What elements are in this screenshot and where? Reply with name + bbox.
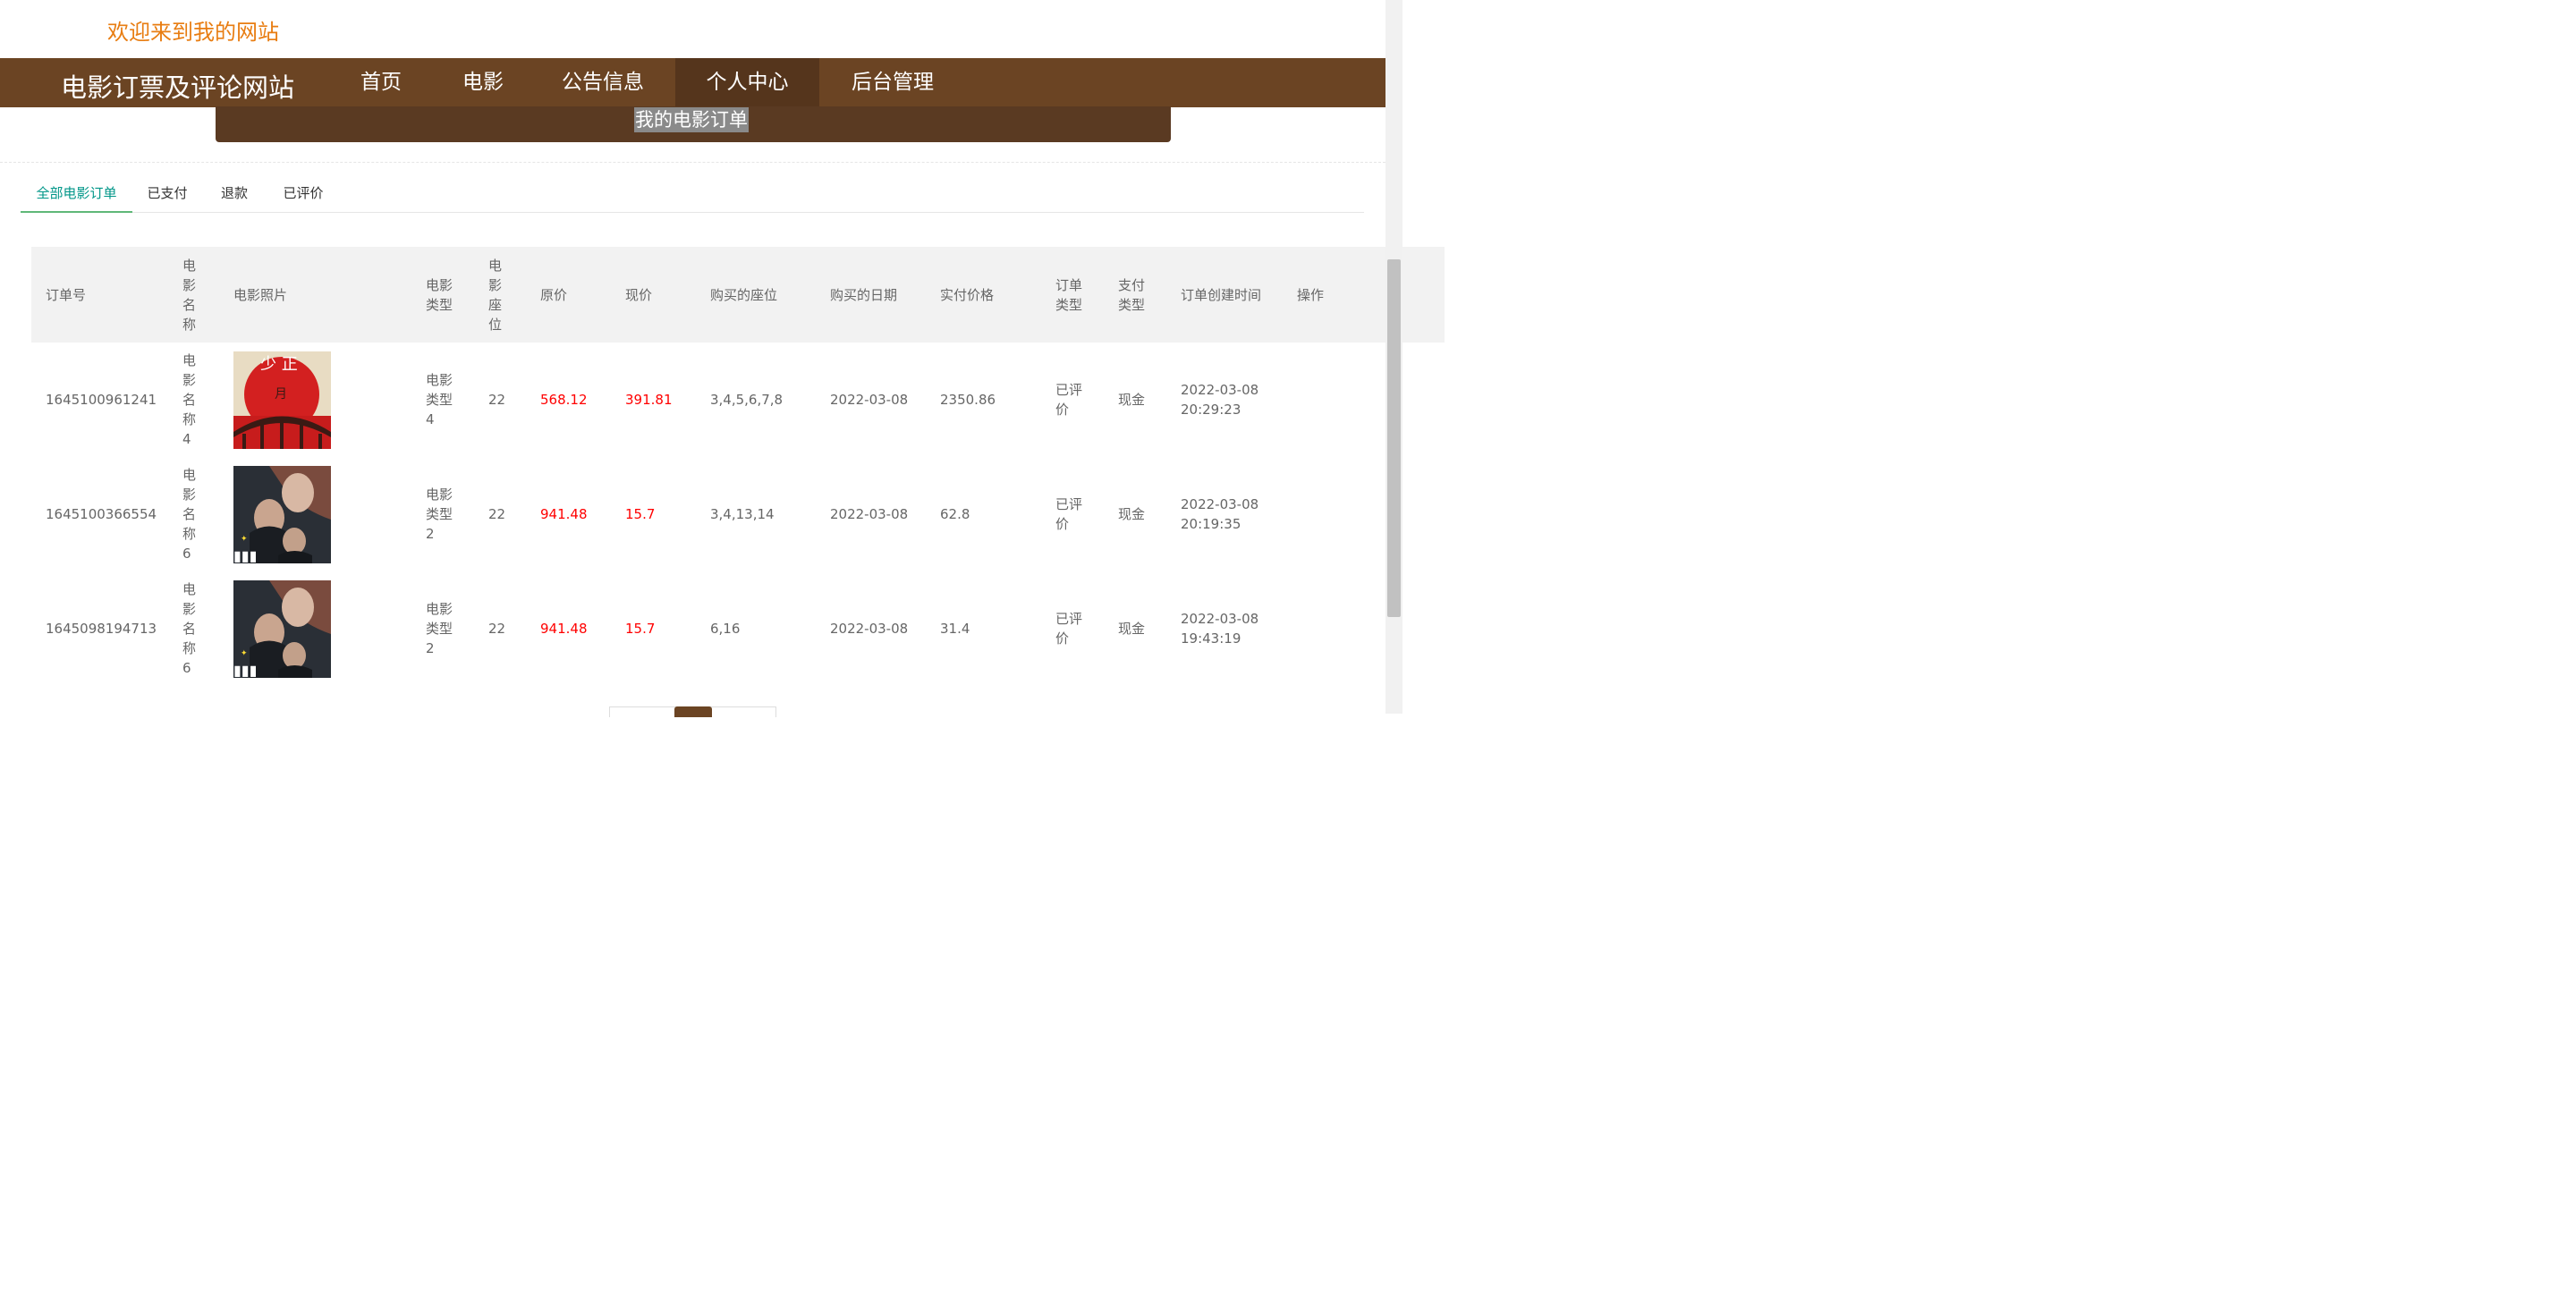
tab-refund[interactable]: 退款 bbox=[208, 175, 260, 213]
col-pay-type: 支付类型 bbox=[1118, 276, 1146, 313]
col-seats-bought: 购买的座位 bbox=[710, 286, 778, 303]
movie-photo-cell: 少 正 月 bbox=[219, 343, 411, 457]
col-created-time: 订单创建时间 bbox=[1181, 286, 1262, 303]
movie-type: 电影类型2 bbox=[426, 486, 453, 542]
paid-price: 2350.86 bbox=[940, 392, 996, 408]
movie-photo-cell: ✦ ▮▮▮ bbox=[219, 571, 411, 686]
actions-cell bbox=[1283, 457, 1445, 571]
table-row: 1645100366554 电影名称6 ✦ ▮▮▮ 电影类型2 22 941.4… bbox=[31, 457, 1445, 571]
svg-text:✦: ✦ bbox=[241, 649, 248, 658]
svg-text:▮▮▮: ▮▮▮ bbox=[233, 662, 257, 678]
pay-type: 现金 bbox=[1118, 506, 1146, 522]
nav-personal-center[interactable]: 个人中心 bbox=[675, 58, 819, 107]
seats-bought: 3,4,13,14 bbox=[710, 506, 775, 522]
svg-text:月: 月 bbox=[275, 387, 287, 402]
seats-bought: 6,16 bbox=[710, 621, 741, 637]
orders-table: 订单号 电影名称 电影照片 电影类型 电影座位 原价 现价 购买的座位 购买的日… bbox=[31, 247, 1445, 686]
col-movie-type: 电影类型 bbox=[426, 276, 453, 313]
pagination-current-page[interactable] bbox=[674, 706, 712, 717]
nav-movies[interactable]: 电影 bbox=[434, 58, 532, 107]
table-row: 1645100961241 电影名称4 少 正 月 电影类型4 22 568.1… bbox=[31, 343, 1445, 457]
tab-all-orders[interactable]: 全部电影订单 bbox=[21, 175, 132, 213]
nav-admin[interactable]: 后台管理 bbox=[823, 58, 962, 107]
svg-text:▮▮▮: ▮▮▮ bbox=[233, 547, 257, 563]
order-type: 已评价 bbox=[1055, 496, 1083, 532]
movie-name: 电影名称6 bbox=[182, 467, 197, 562]
pay-type: 现金 bbox=[1118, 621, 1146, 637]
col-movie-seat: 电影座位 bbox=[488, 257, 503, 333]
movie-photo-cell: ✦ ▮▮▮ bbox=[219, 457, 411, 571]
movie-seat: 22 bbox=[488, 392, 506, 408]
created-time: 2022-03-08 20:29:23 bbox=[1181, 382, 1259, 418]
table-header-row: 订单号 电影名称 电影照片 电影类型 电影座位 原价 现价 购买的座位 购买的日… bbox=[31, 247, 1445, 343]
col-paid-price: 实付价格 bbox=[940, 286, 995, 303]
movie-poster-image: ✦ ▮▮▮ bbox=[233, 465, 331, 563]
dropdown-item-my-orders[interactable]: 我的电影订单 bbox=[634, 107, 749, 132]
current-price: 15.7 bbox=[625, 621, 656, 637]
table-row: 1645098194713 电影名称6 ✦ ▮▮▮ 电影类型2 22 941.4… bbox=[31, 571, 1445, 686]
col-order-type: 订单类型 bbox=[1055, 276, 1083, 313]
order-type: 已评价 bbox=[1055, 611, 1083, 647]
original-price: 941.48 bbox=[540, 621, 588, 637]
created-time: 2022-03-08 19:43:19 bbox=[1181, 611, 1259, 647]
paid-price: 31.4 bbox=[940, 621, 970, 637]
movie-type: 电影类型2 bbox=[426, 601, 453, 656]
scrollbar-thumb[interactable] bbox=[1387, 259, 1401, 617]
nav-home[interactable]: 首页 bbox=[332, 58, 430, 107]
movie-poster-image: 少 正 月 bbox=[233, 351, 331, 449]
purchase-date: 2022-03-08 bbox=[830, 506, 909, 522]
col-original-price: 原价 bbox=[540, 286, 568, 303]
purchase-date: 2022-03-08 bbox=[830, 621, 909, 637]
movie-poster-image: ✦ ▮▮▮ bbox=[233, 579, 331, 678]
col-current-price: 现价 bbox=[625, 286, 653, 303]
movie-type: 电影类型4 bbox=[426, 372, 453, 427]
col-purchase-date: 购买的日期 bbox=[830, 286, 898, 303]
col-actions: 操作 bbox=[1297, 286, 1325, 303]
order-tabs: 全部电影订单 已支付 退款 已评价 bbox=[21, 175, 1364, 213]
current-price: 391.81 bbox=[625, 392, 673, 408]
tab-paid[interactable]: 已支付 bbox=[137, 175, 198, 213]
svg-text:少 正: 少 正 bbox=[260, 355, 298, 374]
divider bbox=[0, 162, 1385, 163]
movie-seat: 22 bbox=[488, 506, 506, 522]
orders-table-wrapper: 订单号 电影名称 电影照片 电影类型 电影座位 原价 现价 购买的座位 购买的日… bbox=[31, 247, 1445, 686]
tab-reviewed[interactable]: 已评价 bbox=[271, 175, 335, 213]
purchase-date: 2022-03-08 bbox=[830, 392, 909, 408]
movie-name: 电影名称6 bbox=[182, 581, 197, 676]
main-navbar: 电影订票及评论网站 首页 电影 公告信息 个人中心 后台管理 bbox=[0, 58, 1385, 107]
col-movie-name: 电影名称 bbox=[182, 257, 197, 333]
movie-seat: 22 bbox=[488, 621, 506, 637]
site-brand[interactable]: 电影订票及评论网站 bbox=[61, 67, 294, 105]
seats-bought: 3,4,5,6,7,8 bbox=[710, 392, 784, 408]
actions-cell bbox=[1283, 343, 1445, 457]
paid-price: 62.8 bbox=[940, 506, 970, 522]
order-no: 1645098194713 bbox=[46, 621, 157, 637]
order-type: 已评价 bbox=[1055, 382, 1083, 418]
order-no: 1645100366554 bbox=[46, 506, 157, 522]
nav-notices[interactable]: 公告信息 bbox=[535, 58, 671, 107]
created-time: 2022-03-08 20:19:35 bbox=[1181, 496, 1259, 532]
original-price: 568.12 bbox=[540, 392, 588, 408]
movie-name: 电影名称4 bbox=[182, 352, 197, 447]
actions-cell bbox=[1283, 571, 1445, 686]
original-price: 941.48 bbox=[540, 506, 588, 522]
order-no: 1645100961241 bbox=[46, 392, 157, 408]
col-movie-photo: 电影照片 bbox=[233, 286, 288, 303]
welcome-text: 欢迎来到我的网站 bbox=[107, 20, 279, 45]
col-order-no: 订单号 bbox=[46, 286, 87, 303]
svg-text:✦: ✦ bbox=[241, 535, 248, 544]
pay-type: 现金 bbox=[1118, 392, 1146, 408]
current-price: 15.7 bbox=[625, 506, 656, 522]
